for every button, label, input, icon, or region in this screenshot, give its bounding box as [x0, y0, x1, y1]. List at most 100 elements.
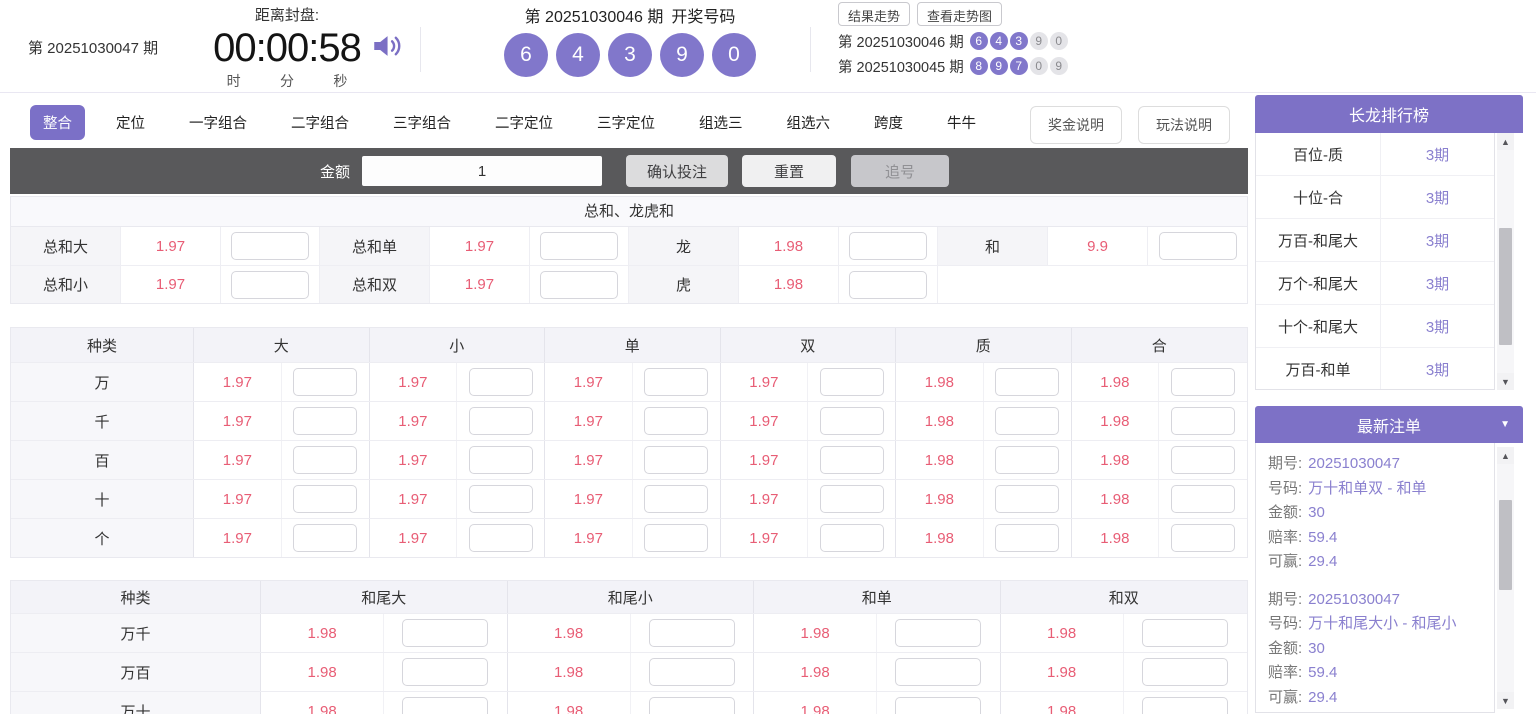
bet-amount-input[interactable]	[995, 407, 1060, 435]
bet-amount-input[interactable]	[1158, 232, 1237, 260]
tab-4[interactable]: 三字组合	[380, 105, 464, 140]
tab-3[interactable]: 二字组合	[278, 105, 362, 140]
tab-8[interactable]: 组选六	[774, 105, 844, 140]
order-field-value: 万十和尾大小 - 和尾小	[1308, 615, 1457, 632]
bet-amount-input[interactable]	[468, 485, 533, 513]
dragon-row[interactable]: 万百-和单 3期	[1256, 348, 1494, 389]
bet-amount-input[interactable]	[644, 524, 709, 552]
reset-button[interactable]: 重置	[742, 155, 837, 187]
bet-amount-input[interactable]	[468, 446, 533, 474]
bet-amount-input[interactable]	[1171, 368, 1236, 396]
bet-amount-input[interactable]	[1171, 485, 1236, 513]
odds-value: 1.98	[1001, 692, 1124, 714]
bet-amount-input[interactable]	[293, 407, 358, 435]
bet-amount-input[interactable]	[644, 485, 709, 513]
amount-input[interactable]	[362, 156, 603, 186]
trend-area: 结果走势 查看走势图 第 20251030046 期64390第 20251030…	[838, 2, 1070, 76]
dragon-row[interactable]: 十个-和尾大 3期	[1256, 305, 1494, 348]
chase-number-button[interactable]: 追号	[851, 155, 950, 187]
scroll-down-icon[interactable]: ▼	[1497, 373, 1514, 390]
dragon-row[interactable]: 十位-合 3期	[1256, 176, 1494, 219]
bet-amount-input[interactable]	[540, 270, 618, 299]
bet-amount-input[interactable]	[1171, 446, 1236, 474]
tab-2[interactable]: 一字组合	[176, 105, 260, 140]
bet-amount-input[interactable]	[293, 485, 358, 513]
bet-amount-input[interactable]	[1142, 697, 1229, 714]
bet-amount-input[interactable]	[540, 232, 618, 260]
bet-amount-input[interactable]	[648, 658, 735, 686]
bet-amount-input[interactable]	[895, 619, 982, 647]
scroll-down-icon[interactable]: ▼	[1497, 692, 1514, 709]
dragon-ranking-panel: 长龙排行榜 百位-质 3期 十位-合 3期 万百-和尾大 3期 万个-和尾大 3期 十个-和尾大…	[1255, 95, 1523, 390]
bet-amount-input[interactable]	[402, 697, 489, 714]
chevron-down-icon[interactable]: ▼	[1500, 419, 1510, 430]
confirm-bet-button[interactable]: 确认投注	[626, 155, 729, 187]
draw-result: 第 20251030046 期开奖号码 64390	[455, 0, 805, 77]
bet-amount-input[interactable]	[293, 446, 358, 474]
bet-amount-input[interactable]	[468, 524, 533, 552]
trend-button[interactable]: 查看走势图	[917, 2, 1003, 26]
tab-5[interactable]: 二字定位	[482, 105, 566, 140]
speaker-icon[interactable]	[370, 29, 404, 63]
bet-amount-input[interactable]	[644, 446, 709, 474]
scrollbar-thumb[interactable]	[1499, 228, 1512, 345]
help-button[interactable]: 奖金说明	[1030, 106, 1122, 144]
bet-amount-input[interactable]	[849, 232, 927, 260]
trend-button[interactable]: 结果走势	[838, 2, 911, 26]
unit-hour: 时	[226, 73, 241, 89]
dragon-row[interactable]: 万百-和尾大 3期	[1256, 219, 1494, 262]
bet-amount-input[interactable]	[231, 270, 309, 299]
tab-0[interactable]: 整合	[30, 104, 85, 140]
orders-scrollbar[interactable]: ▲ ▼	[1497, 447, 1514, 709]
bet-amount-input[interactable]	[819, 485, 884, 513]
bet-amount-input[interactable]	[293, 368, 358, 396]
bet-amount-input[interactable]	[1142, 619, 1229, 647]
bet-amount-input[interactable]	[402, 658, 489, 686]
bet-amount-input[interactable]	[468, 407, 533, 435]
row-label: 千	[11, 402, 194, 440]
bet-amount-input[interactable]	[995, 368, 1060, 396]
dragon-row[interactable]: 万个-和尾大 3期	[1256, 262, 1494, 305]
dragon-row[interactable]: 百位-质 3期	[1256, 133, 1494, 176]
history-ball: 6	[969, 32, 988, 50]
bet-amount-input[interactable]	[231, 232, 309, 260]
table-row: 十 1.97 1.97 1.97 1.97 1.98 1.98	[11, 479, 1247, 518]
bet-amount-input[interactable]	[1142, 658, 1229, 686]
tab-1[interactable]: 定位	[103, 105, 158, 140]
tab-7[interactable]: 组选三	[686, 105, 756, 140]
history-row: 第 20251030046 期 64390	[838, 31, 1070, 51]
bet-amount-input[interactable]	[402, 619, 489, 647]
help-button[interactable]: 玩法说明	[1138, 106, 1230, 144]
bet-amount-input[interactable]	[895, 658, 982, 686]
tab-10[interactable]: 牛牛	[934, 105, 989, 140]
bet-amount-input[interactable]	[819, 524, 884, 552]
bet-amount-input[interactable]	[293, 524, 358, 552]
scrollbar-thumb[interactable]	[1499, 500, 1512, 590]
bet-amount-input[interactable]	[468, 368, 533, 396]
bet-amount-input[interactable]	[648, 619, 735, 647]
bet-amount-input[interactable]	[995, 524, 1060, 552]
column-header: 和尾大	[261, 581, 508, 613]
tab-6[interactable]: 三字定位	[584, 105, 668, 140]
scroll-up-icon[interactable]: ▲	[1497, 447, 1514, 464]
odds-value: 1.98	[754, 692, 878, 714]
bet-amount-input[interactable]	[644, 368, 709, 396]
bet-amount-input[interactable]	[1171, 407, 1236, 435]
bet-input-cell	[808, 480, 896, 518]
bet-amount-input[interactable]	[648, 697, 735, 714]
bet-amount-input[interactable]	[995, 485, 1060, 513]
bet-amount-input[interactable]	[895, 697, 982, 714]
bet-amount-input[interactable]	[849, 270, 927, 299]
bet-amount-input[interactable]	[1171, 524, 1236, 552]
bet-amount-input[interactable]	[819, 446, 884, 474]
bet-amount-input[interactable]	[819, 407, 884, 435]
bet-amount-input[interactable]	[819, 368, 884, 396]
bet-amount-input[interactable]	[644, 407, 709, 435]
scroll-up-icon[interactable]: ▲	[1497, 133, 1514, 150]
odds-value: 1.98	[508, 614, 631, 652]
dragon-scrollbar[interactable]: ▲ ▼	[1497, 133, 1514, 390]
tab-9[interactable]: 跨度	[861, 105, 916, 140]
order-win-line: 可赢: 29.4	[1268, 686, 1488, 711]
bet-amount-input[interactable]	[995, 446, 1060, 474]
countdown-title: 距离封盘:	[254, 7, 320, 24]
